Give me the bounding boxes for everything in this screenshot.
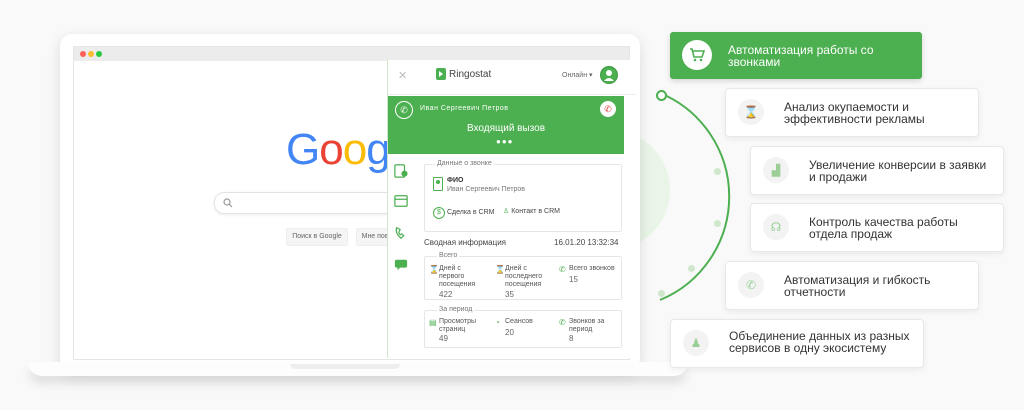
call-data-title: Данные о звонке [435,160,494,167]
phone-icon: ✆ [738,272,764,298]
phone-icon: ✆ [559,318,566,327]
ringostat-panel: ✕ Ringostat Онлайн ▾ ✆ Иван Сергеевич Пе… [387,60,636,358]
summary-datetime: 16.01.20 13:32:34 [554,238,619,247]
avatar[interactable] [600,66,618,84]
phone-icon: ✆ [395,101,413,119]
call-data-box: Данные о звонке ФИО Иван Сергеевич Петро… [424,160,622,232]
brand-name: Ringostat [449,69,492,80]
feature-text: Контроль качества работы отдела продаж [809,215,958,241]
stat-value: 49 [439,334,448,343]
status-dropdown[interactable]: Онлайн ▾ [562,71,593,79]
connector-dot [688,265,695,272]
call-state: Входящий вызов [466,123,546,134]
browser-titlebar [74,47,629,61]
stat-value: 15 [569,275,578,284]
hourglass-icon: ⌛ [738,99,764,125]
connector-dot [656,90,667,101]
period-stats-box: За период ▤ Просмотры страниц 49 ◔ Сеанс… [424,306,622,348]
period-title: За период [437,306,475,313]
chevron-down-icon: ▾ [589,72,593,79]
maximize-window-button[interactable] [96,51,102,57]
calendar-icon[interactable] [393,194,409,208]
feature-text: Автоматизация работы со звонками [728,43,874,69]
sessions-icon: ◔ [495,318,500,327]
phone-icon: ✆ [559,265,566,274]
crm-contact-link[interactable]: ♙ Контакт в CRM [503,207,560,215]
feature-text: Анализ окупаемости и эффективности рекла… [784,100,925,126]
document-icon: ▤ [429,318,437,327]
connector-dot [714,168,721,175]
google-logo: Goog [286,125,391,174]
user-icon [604,70,614,81]
contact-card-icon[interactable] [393,164,409,178]
chart-icon: ▟ [763,157,789,183]
chat-icon[interactable] [393,258,409,272]
feature-text: Автоматизация и гибкость отчетности [784,273,931,299]
call-history-icon[interactable] [393,226,409,240]
stat-value: 35 [505,290,514,299]
stat-label: Дней с последнего посещения [505,265,543,288]
feature-card: ▟ Увеличение конверсии в заявки и продаж… [750,146,1004,195]
cart-icon [682,40,712,70]
contact-icon: ♙ [503,208,510,215]
google-search-button[interactable]: Поиск в Google [286,228,348,246]
panel-sidebar [388,154,414,358]
feature-card: ♟ Объединение данных из разных сервисов … [670,319,924,368]
total-title: Всего [437,252,460,259]
call-progress-dots: ●●● [496,137,514,146]
panel-header: ✕ Ringostat Онлайн ▾ [388,60,636,95]
user-icon: ♟ [683,330,709,356]
stat-label: Звонков за период [569,318,605,333]
stat-label: Просмотры страниц [439,318,476,333]
ringostat-logo-icon [436,68,446,80]
stat-value: 20 [505,328,514,337]
connector-dot [714,220,721,227]
id-card-icon [433,177,443,191]
minimize-window-button[interactable] [88,51,94,57]
feature-card: ☊ Контроль качества работы отдела продаж [750,203,1004,252]
dollar-icon: $ [433,207,445,219]
caller-name: Иван Сергеевич Петров [420,105,509,112]
connector-dot [658,290,665,297]
stat-label: Всего звонков [569,265,615,272]
stat-label: Сеансов [505,318,533,325]
feature-text: Объединение данных из разных сервисов в … [729,329,910,355]
status-label: Онлайн [562,72,588,79]
feature-text: Увеличение конверсии в заявки и продажи [809,158,987,184]
fio-label: ФИО [447,177,464,184]
crm-deal-label: Сделка в CRM [446,209,495,216]
hourglass-icon: ⌛ [495,265,505,274]
feature-card: ✆ Автоматизация и гибкость отчетности [725,261,979,310]
total-stats-box: Всего ⌛ Дней с первого посещения 422 ⌛ Д… [424,252,622,300]
stat-value: 8 [569,334,574,343]
hourglass-icon: ⌛ [429,265,439,274]
stat-value: 422 [439,290,453,299]
search-icon [223,198,233,208]
feature-card: ⌛ Анализ окупаемости и эффективности рек… [725,88,979,137]
hangup-button[interactable]: ✆ [600,101,616,117]
crm-deal-link[interactable]: $ Сделка в CRM [433,207,495,219]
fio-value: Иван Сергеевич Петров [447,186,526,193]
summary-title: Сводная информация [424,238,506,247]
laptop-notch [290,364,400,369]
headset-icon: ☊ [763,214,789,240]
stat-label: Дней с первого посещения [439,265,476,288]
close-icon[interactable]: ✕ [398,69,407,82]
crm-contact-label: Контакт в CRM [511,208,560,215]
incoming-call-banner: ✆ Иван Сергеевич Петров ✆ Входящий вызов… [388,96,624,154]
close-window-button[interactable] [80,51,86,57]
feature-card-featured: Автоматизация работы со звонками [670,32,922,79]
